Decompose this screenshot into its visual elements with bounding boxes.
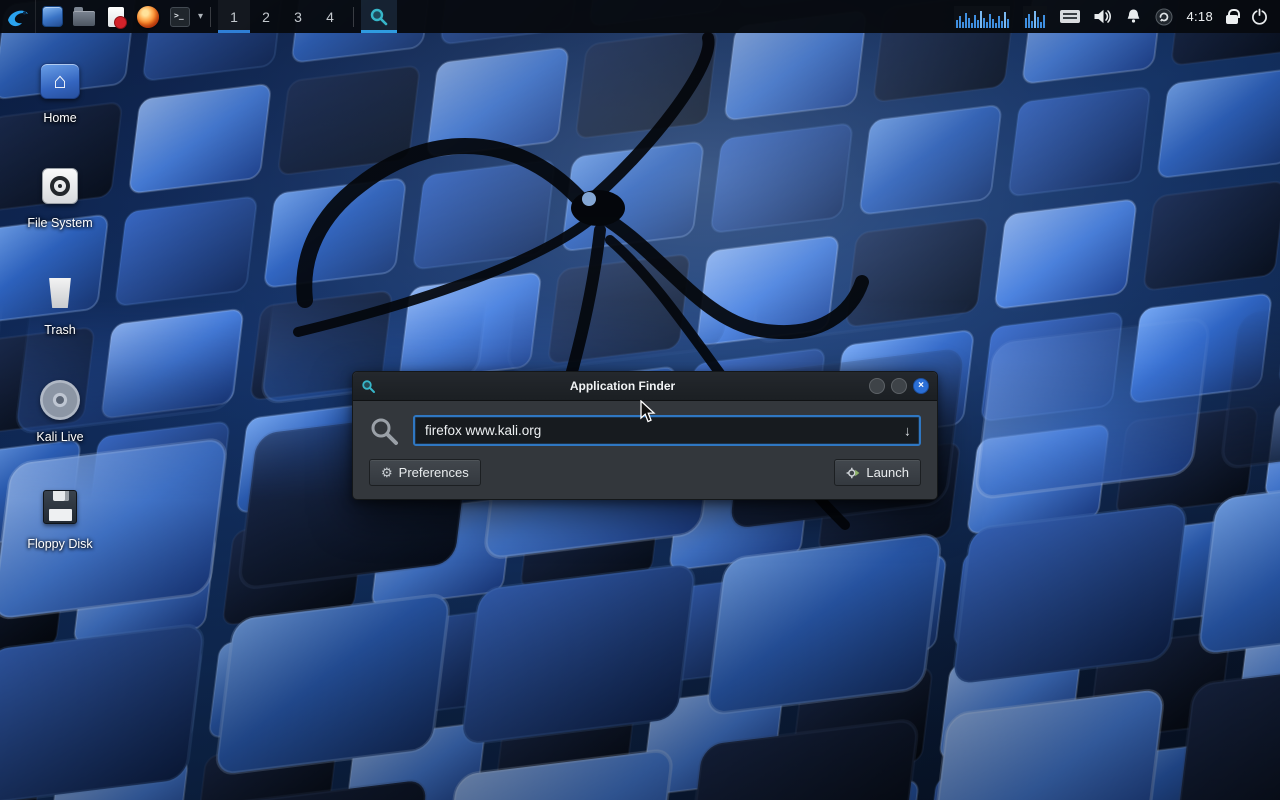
launch-button[interactable]: Launch [834, 459, 921, 486]
optical-disc-icon [40, 380, 80, 420]
document-icon [108, 7, 124, 27]
system-tray: 4:18 [954, 6, 1280, 28]
firefox-icon [137, 6, 159, 28]
terminal-launcher[interactable]: >_ [164, 0, 196, 33]
home-icon: ⌂ [40, 63, 80, 99]
workspace-1[interactable]: 1 [218, 0, 250, 33]
desktop-icon-file-system[interactable]: File System [12, 163, 108, 230]
desktop-icon-kali-live[interactable]: Kali Live [12, 377, 108, 444]
preferences-label: Preferences [399, 465, 469, 480]
floppy-disk-icon [43, 490, 77, 524]
applications-menu-button[interactable] [0, 0, 36, 33]
panel-clock[interactable]: 4:18 [1186, 9, 1213, 24]
desktop-icon-floppy-disk[interactable]: Floppy Disk [12, 484, 108, 551]
search-icon [369, 416, 399, 446]
desktop-icon-trash[interactable]: Trash [12, 270, 108, 337]
top-panel: >_ ▾ 1 2 3 4 [0, 0, 1280, 33]
workspace-1-label: 1 [230, 9, 238, 25]
gear-icon: ⚙ [381, 465, 393, 481]
workspace-4[interactable]: 4 [314, 0, 346, 33]
power-icon[interactable] [1251, 8, 1268, 25]
desktop-icon-label: File System [12, 216, 108, 230]
separator [210, 7, 211, 27]
kali-menu-icon [5, 4, 31, 30]
window-icon [361, 379, 376, 394]
close-button[interactable]: × [913, 378, 929, 394]
workspace-4-label: 4 [326, 9, 334, 25]
workspace-3-label: 3 [294, 9, 302, 25]
preferences-button[interactable]: ⚙ Preferences [369, 459, 481, 486]
trash-icon [47, 278, 73, 308]
firefox-launcher[interactable] [132, 0, 164, 33]
taskbar-application-finder[interactable] [361, 0, 397, 33]
maximize-button[interactable] [891, 378, 907, 394]
files-icon [42, 6, 63, 27]
window-title: Application Finder [382, 379, 863, 393]
workspace-2[interactable]: 2 [250, 0, 282, 33]
workspace-2-label: 2 [262, 9, 270, 25]
network-graph-icon[interactable] [954, 6, 1010, 28]
folder-icon [73, 11, 95, 26]
notification-bell-icon[interactable] [1125, 8, 1142, 25]
folder-launcher[interactable] [68, 0, 100, 33]
chevron-down-icon[interactable]: ▾ [198, 11, 203, 22]
files-launcher[interactable] [36, 0, 68, 33]
titlebar[interactable]: Application Finder × [353, 372, 937, 401]
text-editor-launcher[interactable] [100, 0, 132, 33]
lock-icon[interactable] [1226, 15, 1238, 24]
update-indicator-icon[interactable] [1155, 8, 1173, 26]
desktop-icon-home[interactable]: ⌂ Home [12, 58, 108, 125]
minimize-button[interactable] [869, 378, 885, 394]
cpu-graph-icon[interactable] [1023, 6, 1047, 28]
application-finder-window: Application Finder × ↓ ⚙ Preferences [352, 371, 938, 500]
hard-disk-icon [42, 168, 78, 204]
desktop-icon-label: Kali Live [12, 430, 108, 444]
desktop-icon-label: Trash [12, 323, 108, 337]
launch-icon [846, 466, 860, 480]
desktop-icon-label: Home [12, 111, 108, 125]
launch-label: Launch [866, 465, 909, 480]
application-finder-icon [369, 7, 389, 27]
volume-icon[interactable] [1093, 8, 1112, 25]
close-icon: × [918, 381, 924, 391]
keyboard-layout-icon[interactable] [1060, 10, 1080, 23]
search-input[interactable] [413, 415, 921, 446]
workspace-3[interactable]: 3 [282, 0, 314, 33]
terminal-icon: >_ [170, 7, 190, 27]
separator [353, 7, 354, 27]
desktop-icon-label: Floppy Disk [12, 537, 108, 551]
